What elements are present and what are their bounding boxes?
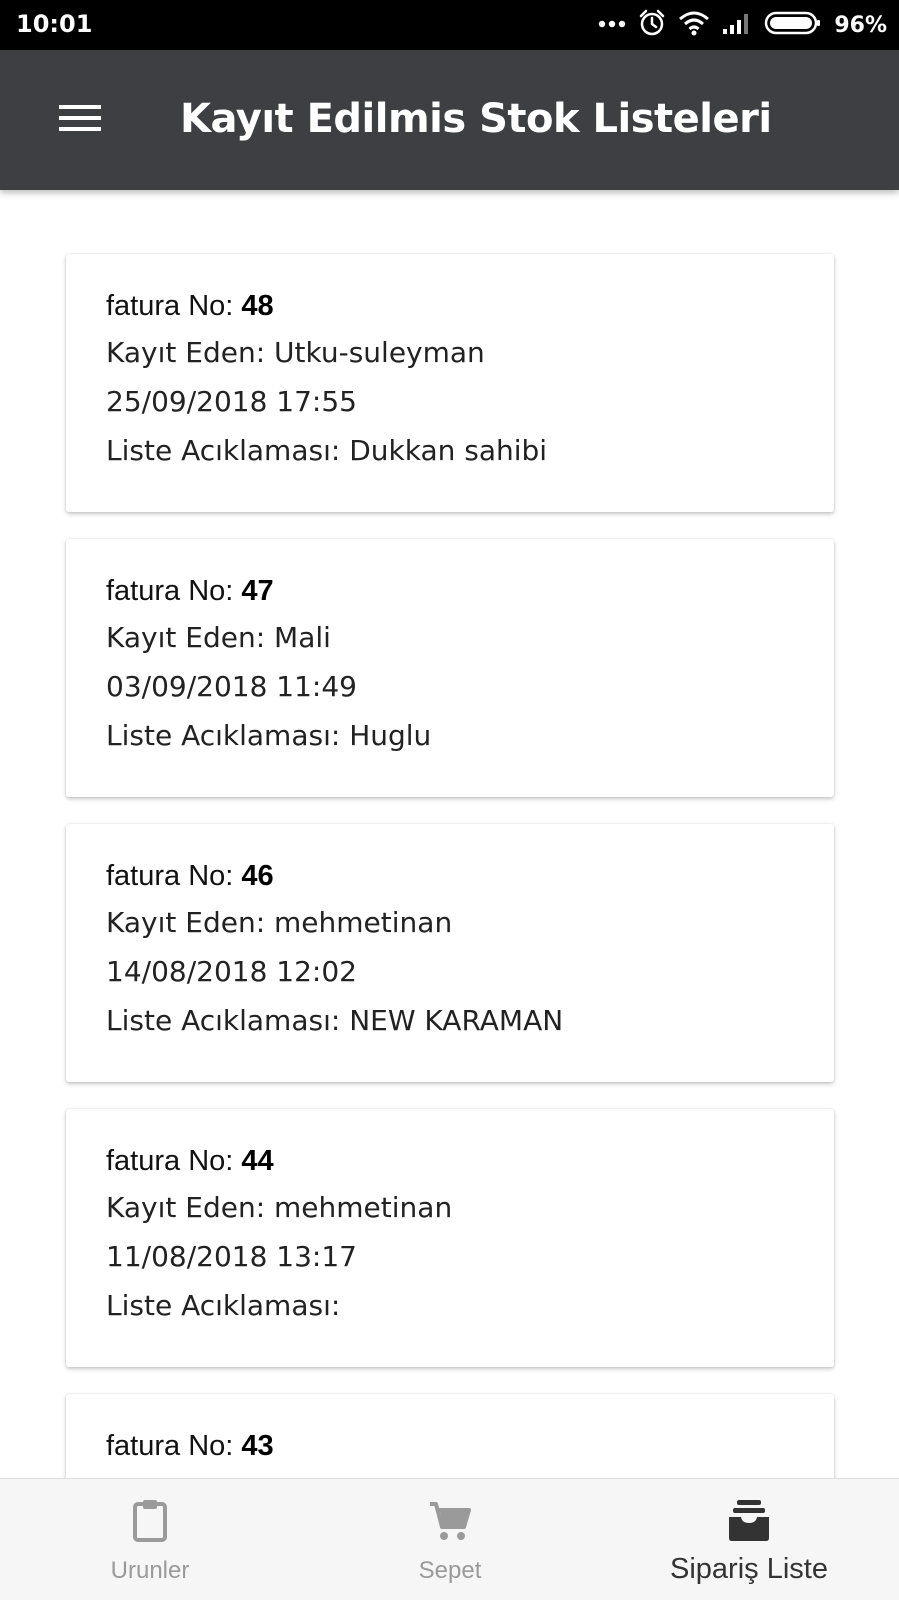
battery-icon (764, 10, 822, 41)
recorded-by-value: Utku-suleyman (274, 336, 485, 369)
menu-button[interactable] (52, 94, 108, 146)
nav-siparis-liste[interactable]: Sipariş Liste (599, 1479, 899, 1600)
recorded-by-value: Mali (274, 621, 331, 654)
invoice-number: 44 (241, 1145, 274, 1177)
description-line: Liste Acıklaması: Huglu (106, 719, 431, 752)
invoice-number: 48 (241, 290, 274, 322)
datetime: 11/08/2018 13:17 (106, 1240, 357, 1273)
page-title: Kayıt Edilmis Stok Listeleri (180, 96, 772, 142)
description-line: Liste Acıklaması: NEW KARAMAN (106, 1004, 563, 1037)
datetime: 25/09/2018 17:55 (106, 385, 357, 418)
description-label: Liste Acıklaması: (106, 719, 350, 752)
list-card[interactable]: fatura No: 44 Kayıt Eden: mehmetinan 11/… (66, 1109, 834, 1367)
alarm-icon (638, 9, 666, 42)
wifi-icon (678, 10, 710, 41)
cart-icon (426, 1497, 474, 1545)
recorded-by-label: Kayıt Eden: (106, 621, 275, 654)
nav-sepet[interactable]: Sepet (300, 1479, 600, 1600)
list-card[interactable]: fatura No: 46 Kayıt Eden: mehmetinan 14/… (66, 824, 834, 1082)
recorded-by-label: Kayıt Eden: (106, 906, 275, 939)
invoice-label: fatura No: (106, 860, 242, 892)
recorded-by-label: Kayıt Eden: (106, 336, 275, 369)
nav-label: Sepet (418, 1557, 482, 1584)
app-bar: Kayıt Edilmis Stok Listeleri (0, 50, 899, 190)
description-value: Dukkan sahibi (349, 434, 548, 467)
recorded-by-value: mehmetinan (274, 1191, 453, 1224)
invoice-line: fatura No: 47 (106, 575, 274, 608)
clipboard-icon (126, 1497, 174, 1545)
recorded-by-line: Kayıt Eden: Mali (106, 621, 331, 654)
hamburger-menu-icon (59, 103, 101, 138)
invoice-line: fatura No: 48 (106, 290, 274, 323)
description-value: Huglu (349, 719, 432, 752)
invoice-label: fatura No: (106, 575, 242, 607)
invoice-number: 43 (241, 1430, 274, 1462)
datetime: 14/08/2018 12:02 (106, 955, 357, 988)
invoice-label: fatura No: (106, 1430, 242, 1462)
battery-percent: 96% (834, 12, 887, 38)
status-time: 10:01 (16, 10, 93, 38)
description-label: Liste Acıklaması: (106, 1004, 350, 1037)
bottom-navigation: Urunler Sepet Sipariş Liste (0, 1478, 899, 1600)
recorded-by-label: Kayıt Eden: (106, 1191, 275, 1224)
nav-label: Urunler (110, 1557, 190, 1584)
recorded-by-line: Kayıt Eden: Utku-suleyman (106, 336, 485, 369)
description-line: Liste Acıklaması: Dukkan sahibi (106, 434, 547, 467)
signal-icon (722, 11, 752, 40)
stock-list[interactable]: fatura No: 48 Kayıt Eden: Utku-suleyman … (0, 190, 899, 1478)
dots-icon (598, 16, 626, 34)
invoice-label: fatura No: (106, 290, 242, 322)
description-line: Liste Acıklaması: (106, 1289, 340, 1322)
invoice-label: fatura No: (106, 1145, 242, 1177)
invoice-line: fatura No: 46 (106, 860, 274, 893)
invoice-number: 47 (241, 575, 274, 607)
inbox-stack-icon (725, 1497, 773, 1545)
invoice-line: fatura No: 44 (106, 1145, 274, 1178)
nav-urunler[interactable]: Urunler (0, 1479, 300, 1600)
recorded-by-line: Kayıt Eden: mehmetinan (106, 906, 452, 939)
description-label: Liste Acıklaması: (106, 434, 350, 467)
description-value: NEW KARAMAN (349, 1004, 564, 1037)
status-bar: 10:01 96% (0, 0, 899, 50)
list-card[interactable]: fatura No: 48 Kayıt Eden: Utku-suleyman … (66, 254, 834, 512)
list-card[interactable]: fatura No: 43 (66, 1394, 834, 1478)
list-card[interactable]: fatura No: 47 Kayıt Eden: Mali 03/09/201… (66, 539, 834, 797)
recorded-by-value: mehmetinan (274, 906, 453, 939)
invoice-number: 46 (241, 860, 274, 892)
invoice-line: fatura No: 43 (106, 1430, 274, 1463)
datetime: 03/09/2018 11:49 (106, 670, 357, 703)
recorded-by-line: Kayıt Eden: mehmetinan (106, 1191, 452, 1224)
status-icons: 96% (598, 9, 887, 41)
nav-label: Sipariş Liste (670, 1553, 828, 1585)
description-label: Liste Acıklaması: (106, 1289, 341, 1322)
